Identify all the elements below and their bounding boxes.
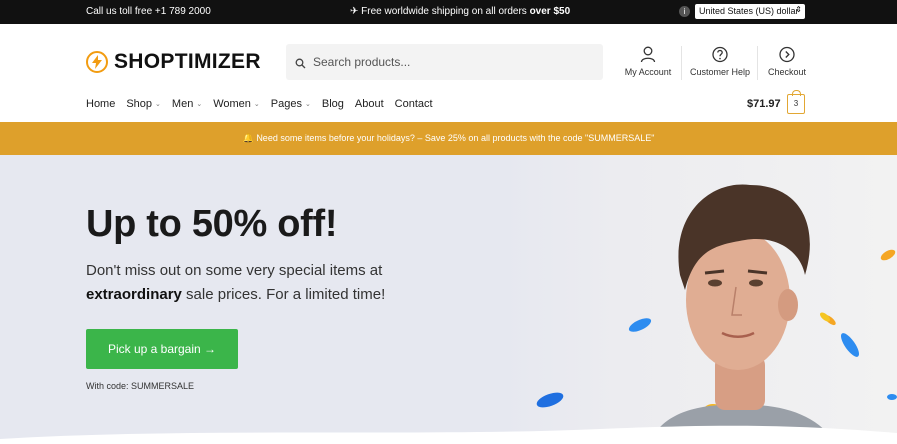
search-box[interactable] xyxy=(286,44,603,80)
promo-text: Need some items before your holidays? – … xyxy=(256,133,655,143)
checkout-link[interactable]: Checkout xyxy=(765,46,809,77)
hero-subtitle-line1: Don't miss out on some very special item… xyxy=(86,262,383,279)
nav-label: Men xyxy=(171,98,194,110)
nav-item-men[interactable]: Men ⌄ xyxy=(172,98,202,110)
logo-text: SHOPTIMIZER xyxy=(114,50,261,73)
currency-select[interactable]: United States (US) dollar ⇕ xyxy=(695,4,805,19)
search-input[interactable] xyxy=(313,44,593,80)
currency-value: United States (US) dollar xyxy=(699,6,799,16)
cart-count: 3 xyxy=(793,99,799,108)
hero-subtitle: Don't miss out on some very special item… xyxy=(86,259,406,307)
hero-subtitle-line2: sale prices. For a limited time! xyxy=(181,286,386,303)
nav-label: Women xyxy=(213,98,251,110)
nav-label: Contact xyxy=(394,98,433,110)
site-logo[interactable]: SHOPTIMIZER xyxy=(86,50,261,74)
lightning-icon xyxy=(86,51,108,73)
cart-total[interactable]: $71.97 xyxy=(747,98,781,110)
nav-item-blog[interactable]: Blog xyxy=(322,98,344,110)
my-account-label: My Account xyxy=(624,67,672,77)
promo-code-note: With code: SUMMERSALE xyxy=(86,381,195,391)
help-icon xyxy=(712,46,728,63)
hero-title: Up to 50% off! xyxy=(86,203,338,245)
nav-label: Pages xyxy=(270,98,302,110)
bell-icon: 🔔 xyxy=(242,133,254,143)
nav-item-contact[interactable]: Contact xyxy=(395,98,433,110)
nav-item-women[interactable]: Women ⌄ xyxy=(213,98,260,110)
chevron-down-icon: ⌄ xyxy=(304,101,311,108)
nav-item-pages[interactable]: Pages ⌄ xyxy=(271,98,311,110)
model-portrait-image xyxy=(536,184,897,444)
main-nav: Home Shop ⌄ Men ⌄ Women ⌄ Pages ⌄ Blog About… xyxy=(86,98,444,110)
shipping-text: ✈ Free worldwide shipping on all orders … xyxy=(350,6,570,17)
info-icon: i xyxy=(679,6,690,17)
my-account-link[interactable]: My Account xyxy=(623,46,673,77)
search-icon xyxy=(295,56,306,74)
customer-help-label: Customer Help xyxy=(689,67,751,77)
checkout-label: Checkout xyxy=(767,67,807,77)
nav-label: Home xyxy=(86,98,116,110)
chevron-down-icon: ⌄ xyxy=(196,101,203,108)
nav-item-shop[interactable]: Shop ⌄ xyxy=(126,98,161,110)
customer-help-link[interactable]: Customer Help xyxy=(689,46,751,77)
header-divider xyxy=(681,46,682,80)
nav-item-home[interactable]: Home xyxy=(86,98,115,110)
arrow-right-circle-icon xyxy=(779,46,795,63)
hero-photo xyxy=(500,155,897,444)
user-icon xyxy=(640,46,656,63)
select-arrows-icon: ⇕ xyxy=(795,5,802,14)
nav-item-about[interactable]: About xyxy=(355,98,384,110)
nav-label: Blog xyxy=(321,98,344,110)
header-divider xyxy=(757,46,758,80)
hero-subtitle-bold: extraordinary xyxy=(86,286,182,303)
nav-label: About xyxy=(354,98,384,110)
toll-free-text: Call us toll free +1 789 2000 xyxy=(86,6,211,17)
cart-bag-icon[interactable]: 3 xyxy=(787,90,805,114)
top-bar: Call us toll free +1 789 2000 ✈ Free wor… xyxy=(0,0,897,24)
shipping-prefix: ✈ Free worldwide shipping on all orders xyxy=(350,6,530,17)
chevron-down-icon: ⌄ xyxy=(155,101,161,108)
pick-up-bargain-button[interactable]: Pick up a bargain → xyxy=(86,329,238,369)
hero-wave-divider xyxy=(0,425,897,444)
promo-bar: 🔔 Need some items before your holidays? … xyxy=(0,122,897,155)
shipping-threshold: over $50 xyxy=(529,6,571,17)
chevron-down-icon: ⌄ xyxy=(253,101,260,108)
hero-banner: Up to 50% off! Don't miss out on some ve… xyxy=(0,155,897,444)
nav-label: Shop xyxy=(126,98,153,110)
